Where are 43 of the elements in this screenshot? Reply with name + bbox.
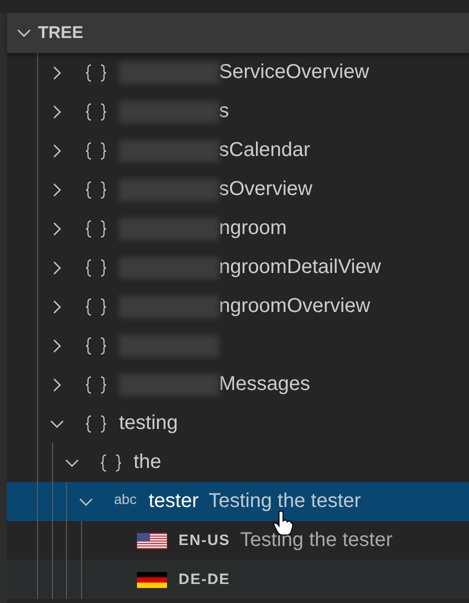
panel-header[interactable]: TREE xyxy=(7,13,469,53)
tree-item[interactable]: DE-DE xyxy=(7,560,469,599)
tree-item[interactable]: ngroomOverview xyxy=(7,287,469,326)
tree-item[interactable]: the xyxy=(7,443,469,482)
tree-item[interactable]: sCalendar xyxy=(7,131,469,170)
braces-icon xyxy=(85,220,107,238)
braces-icon xyxy=(85,142,107,160)
braces-icon xyxy=(85,336,107,354)
tree-item[interactable]: s xyxy=(7,92,469,131)
braces-icon xyxy=(85,64,107,82)
item-label: s xyxy=(219,100,229,123)
tree-item[interactable]: EN-US Testing the tester xyxy=(7,521,469,560)
braces-icon xyxy=(85,180,107,198)
braces-icon xyxy=(85,102,107,120)
tree-item[interactable]: ngroomDetailView xyxy=(7,248,469,287)
braces-icon xyxy=(85,376,107,394)
item-label: ngroomOverview xyxy=(219,295,370,318)
tree-item[interactable]: ngroom xyxy=(7,209,469,248)
item-label: DE-DE xyxy=(178,571,230,588)
item-label: ngroomDetailView xyxy=(219,256,381,279)
flag-icon xyxy=(136,532,166,548)
item-label: ngroom xyxy=(219,217,287,240)
item-label: EN-US xyxy=(178,532,230,549)
braces-icon xyxy=(85,298,107,316)
type-label: abc xyxy=(114,490,137,506)
flag-icon xyxy=(136,572,166,588)
braces-icon xyxy=(85,258,107,276)
item-label: ServiceOverview xyxy=(219,61,370,84)
tree-item[interactable]: sOverview xyxy=(7,170,469,209)
item-label: testing xyxy=(119,412,178,435)
braces-icon xyxy=(100,454,122,472)
item-label: the xyxy=(134,451,162,474)
item-label: sOverview xyxy=(219,178,312,201)
braces-icon xyxy=(85,414,107,432)
tree-item[interactable]: testing xyxy=(7,404,469,443)
item-description: Testing the tester xyxy=(208,490,361,513)
tree-item[interactable]: Messages xyxy=(7,365,469,404)
item-description: Testing the tester xyxy=(240,529,392,552)
panel-title: TREE xyxy=(38,23,84,43)
item-label: tester xyxy=(148,490,199,513)
item-label: sCalendar xyxy=(219,139,310,162)
item-label: Messages xyxy=(219,373,310,396)
tree-item[interactable]: ServiceOverview xyxy=(7,53,469,92)
